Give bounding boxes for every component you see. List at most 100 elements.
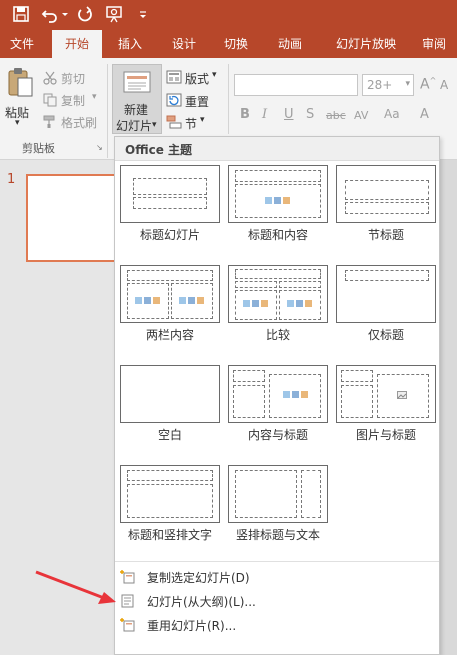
shrink-font-label: A xyxy=(440,78,449,92)
reset-button[interactable]: 重置 xyxy=(185,93,209,110)
layout-name: 内容与标题 xyxy=(247,428,308,442)
section-dropdown-icon[interactable]: ▾ xyxy=(200,115,205,125)
tab-design[interactable]: 设计 xyxy=(162,30,206,58)
slide-thumbnail[interactable] xyxy=(26,174,116,262)
paste-icon[interactable] xyxy=(6,66,36,100)
copy-icon xyxy=(43,93,57,107)
layout-blank[interactable]: 空白 xyxy=(120,365,220,443)
new-slide-dropdown-icon[interactable]: ▾ xyxy=(152,120,157,130)
menu-separator xyxy=(115,561,439,562)
tab-slideshow[interactable]: 幻灯片放映 xyxy=(324,30,408,58)
underline-button[interactable]: U xyxy=(284,107,294,122)
layout-name: 标题和内容 xyxy=(247,228,308,242)
layout-section-header[interactable]: 节标题 xyxy=(336,165,436,243)
layout-name: 仅标题 xyxy=(367,328,404,342)
content-placeholder-icons xyxy=(265,197,290,204)
redo-icon[interactable] xyxy=(76,4,94,24)
title-bar xyxy=(0,0,457,30)
copy-button[interactable]: 复制 xyxy=(61,92,85,109)
content-placeholder-icons xyxy=(243,300,268,307)
tab-file[interactable]: 文件 xyxy=(0,30,44,58)
tab-transitions[interactable]: 切换 xyxy=(214,30,258,58)
layout-thumbnail xyxy=(228,265,328,323)
duplicate-slides-menu-item[interactable]: 复制选定幻灯片(D) xyxy=(115,565,439,589)
new-slide-icon xyxy=(123,71,151,93)
clear-formatting-button[interactable]: A xyxy=(420,107,429,122)
character-spacing-button[interactable]: AV xyxy=(354,109,368,122)
font-size-value: 28+ xyxy=(367,78,393,92)
undo-dropdown-icon[interactable] xyxy=(61,4,69,24)
section-icon xyxy=(166,115,182,129)
gallery-header: Office 主题 xyxy=(115,137,439,161)
layout-name: 竖排标题与文本 xyxy=(235,528,320,542)
layout-two-content[interactable]: 两栏内容 xyxy=(120,265,220,343)
grow-font-label: A xyxy=(420,76,430,93)
layout-vertical-title-text[interactable]: 竖排标题与文本 xyxy=(228,465,328,543)
layout-thumbnail xyxy=(120,465,220,523)
scissors-icon xyxy=(43,71,57,85)
layout-title-only[interactable]: 仅标题 xyxy=(336,265,436,343)
reuse-slides-menu-item[interactable]: 重用幻灯片(R)... xyxy=(115,613,439,637)
new-slide-gallery: Office 主题 标题幻灯片 标题和内容 节标题 两栏内容 比较 仅标题 空白… xyxy=(114,136,440,655)
dialog-launcher-icon[interactable]: ↘ xyxy=(96,143,103,152)
reset-icon xyxy=(166,93,182,107)
layout-title-slide[interactable]: 标题幻灯片 xyxy=(120,165,220,243)
layout-thumbnail xyxy=(228,165,328,223)
layout-comparison[interactable]: 比较 xyxy=(228,265,328,343)
present-icon[interactable] xyxy=(104,4,126,24)
content-placeholder-icons xyxy=(179,297,204,304)
menu-item-label: 幻灯片(从大纲)(L)... xyxy=(147,595,256,609)
cut-button[interactable]: 剪切 xyxy=(61,70,85,87)
layout-name: 图片与标题 xyxy=(355,428,416,442)
bold-button[interactable]: B xyxy=(240,107,250,122)
group-separator xyxy=(107,64,108,158)
new-slide-label-1: 新建 xyxy=(124,103,149,117)
ribbon-tabs: 文件 开始 插入 设计 切换 动画 幻灯片放映 审阅 xyxy=(0,30,457,58)
layout-picture-caption[interactable]: 图片与标题 xyxy=(336,365,436,443)
tab-animations[interactable]: 动画 xyxy=(266,30,314,58)
layout-name: 比较 xyxy=(265,328,290,342)
picture-placeholder-icon xyxy=(397,391,407,399)
section-button[interactable]: 节 xyxy=(185,115,197,132)
tab-home[interactable]: 开始 xyxy=(52,30,102,58)
undo-icon[interactable] xyxy=(40,4,60,24)
layout-thumbnail xyxy=(228,465,328,523)
layout-name: 标题和竖排文字 xyxy=(127,528,212,542)
gallery-title: Office 主题 xyxy=(125,143,193,157)
layout-title-vertical-text[interactable]: 标题和竖排文字 xyxy=(120,465,220,543)
save-icon[interactable] xyxy=(12,4,30,24)
italic-button[interactable]: I xyxy=(262,107,267,122)
layout-content-caption[interactable]: 内容与标题 xyxy=(228,365,328,443)
font-size-dropdown-icon[interactable]: ▾ xyxy=(405,79,410,89)
tab-insert[interactable]: 插入 xyxy=(108,30,152,58)
paste-dropdown-icon[interactable]: ▾ xyxy=(15,118,20,128)
new-slide-label-2: 幻灯片 xyxy=(116,119,153,133)
format-painter-button[interactable]: 格式刷 xyxy=(61,114,97,131)
layout-name: 空白 xyxy=(157,428,182,442)
format-painter-icon xyxy=(43,115,55,128)
shadow-button[interactable]: S xyxy=(306,107,314,122)
grow-font-button[interactable]: A^ xyxy=(420,76,436,93)
customize-icon[interactable] xyxy=(138,4,148,24)
content-placeholder-icons xyxy=(283,391,308,398)
layout-button[interactable]: 版式 xyxy=(185,70,209,87)
layout-thumbnail xyxy=(120,265,220,323)
tab-review[interactable]: 审阅 xyxy=(414,30,454,58)
layout-dropdown-icon[interactable]: ▾ xyxy=(212,70,217,80)
copy-dropdown-icon[interactable]: ▾ xyxy=(92,92,97,102)
content-placeholder-icons xyxy=(135,297,160,304)
slides-from-outline-menu-item[interactable]: 幻灯片(从大纲)(L)... xyxy=(115,589,439,613)
layout-name: 两栏内容 xyxy=(145,328,194,342)
layout-thumbnail xyxy=(336,165,436,223)
shrink-font-button[interactable]: A xyxy=(440,78,448,92)
font-size-combobox[interactable]: 28+ ▾ xyxy=(362,74,414,96)
layout-title-content[interactable]: 标题和内容 xyxy=(228,165,328,243)
layout-thumbnail xyxy=(228,365,328,423)
change-case-button[interactable]: Aa xyxy=(384,107,400,121)
editing-area-edge xyxy=(440,160,457,655)
menu-item-label: 重用幻灯片(R)... xyxy=(147,619,237,633)
font-name-combobox[interactable] xyxy=(234,74,358,96)
layout-thumbnail xyxy=(120,165,220,223)
clipboard-group-label: 剪贴板 xyxy=(22,142,55,155)
strikethrough-button[interactable]: abc xyxy=(326,109,346,122)
